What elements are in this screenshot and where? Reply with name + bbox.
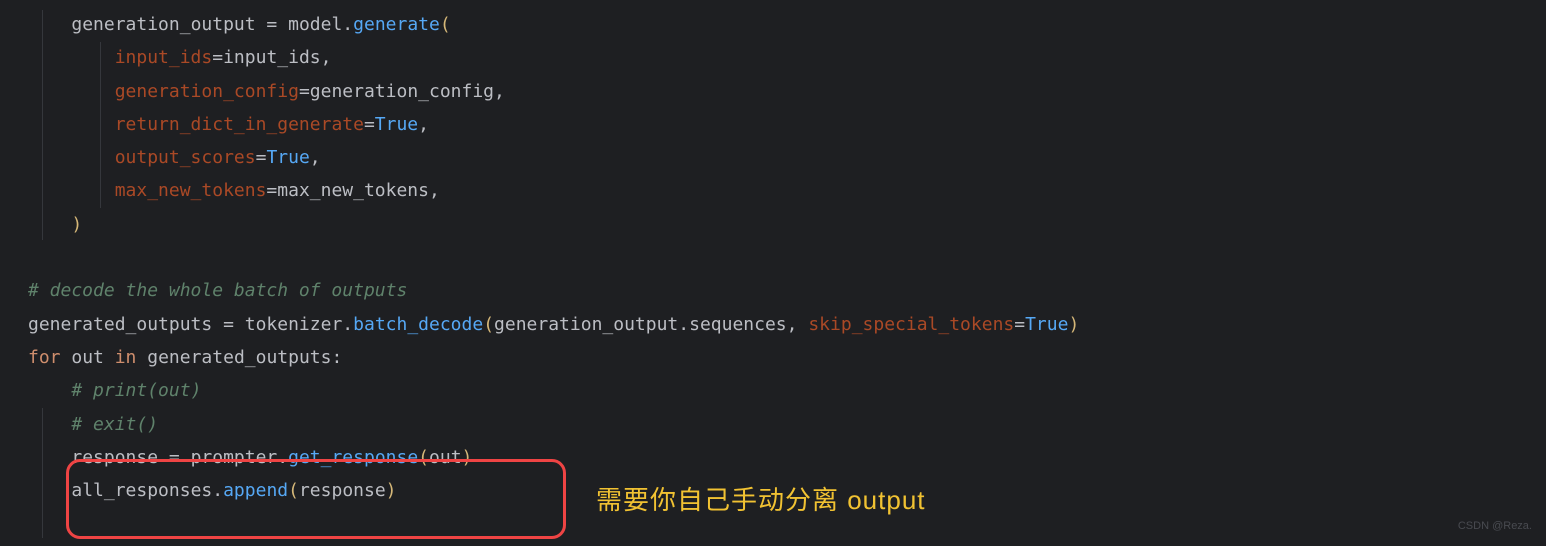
code-editor[interactable]: generation_output = model.generate( inpu… — [0, 8, 1546, 507]
code-line: # print(out) — [28, 380, 201, 401]
annotation-text: 需要你自己手动分离 output — [596, 476, 926, 524]
code-line: generation_output = model.generate( — [28, 14, 451, 35]
watermark: CSDN @Reza. — [1458, 516, 1532, 536]
indent-guide — [42, 408, 43, 538]
code-line: return_dict_in_generate=True, — [28, 114, 429, 135]
code-line: response = prompter.get_response(out) — [28, 447, 472, 468]
indent-guide — [100, 42, 101, 208]
code-line: all_responses.append(response) — [28, 480, 397, 501]
code-line — [28, 247, 39, 268]
code-line: # exit() — [28, 414, 158, 435]
code-line: input_ids=input_ids, — [28, 47, 331, 68]
code-line: # decode the whole batch of outputs — [28, 280, 407, 301]
code-line: ) — [28, 214, 82, 235]
code-line: generated_outputs = tokenizer.batch_deco… — [28, 314, 1079, 335]
code-line: output_scores=True, — [28, 147, 321, 168]
code-line: for out in generated_outputs: — [28, 347, 342, 368]
code-line: max_new_tokens=max_new_tokens, — [28, 180, 440, 201]
indent-guide — [42, 10, 43, 240]
